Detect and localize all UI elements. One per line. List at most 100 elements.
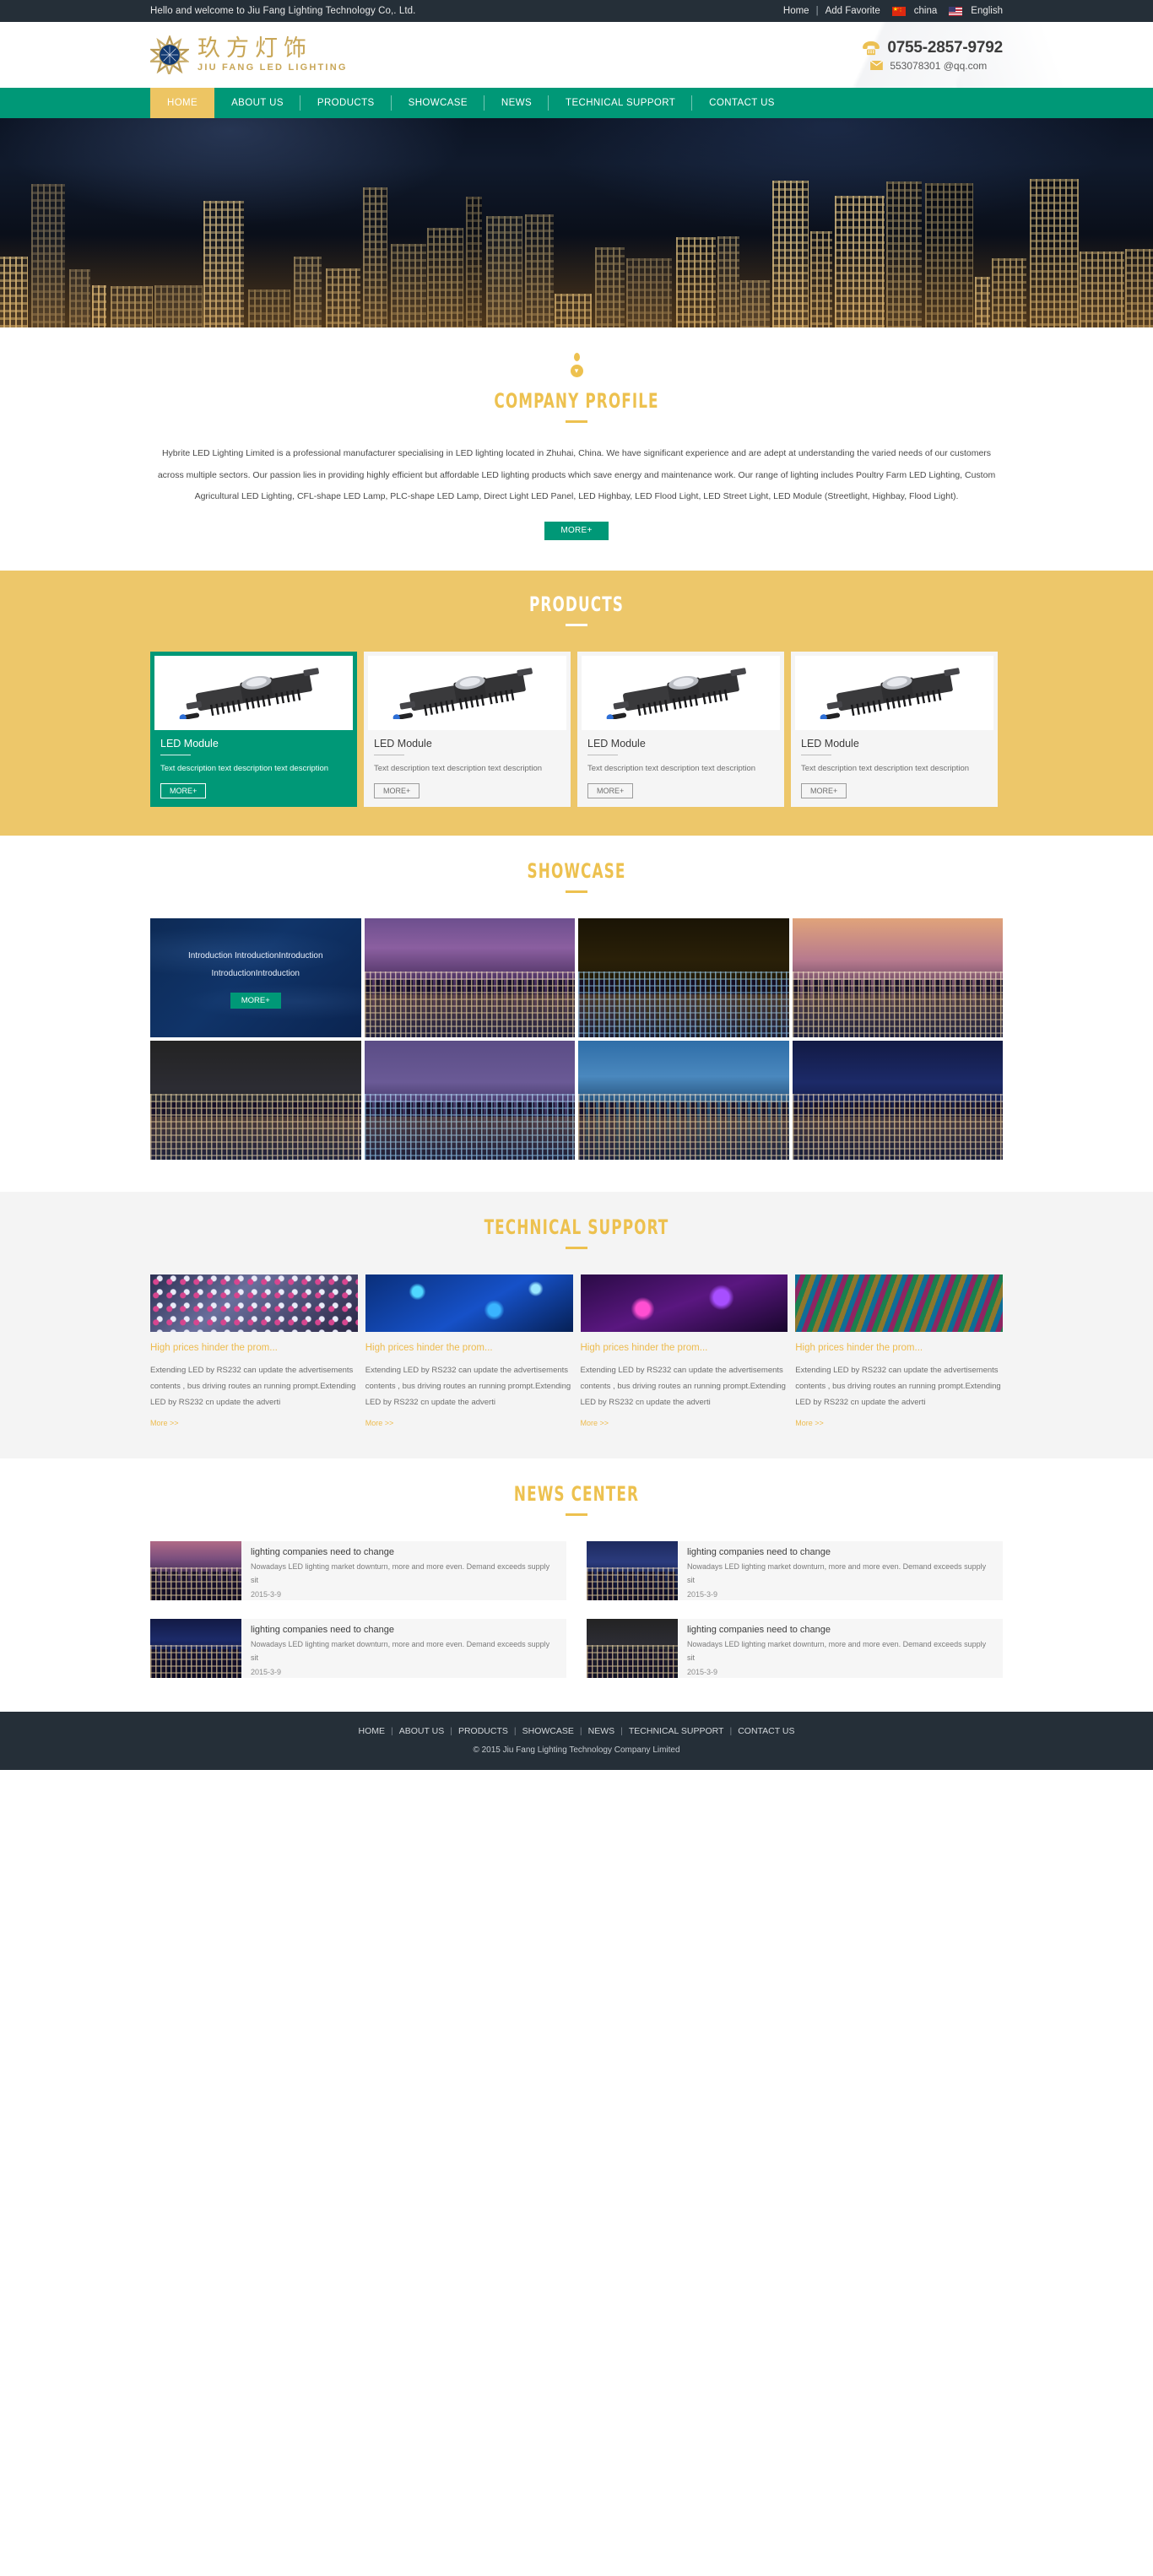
tile-reflection — [578, 994, 789, 1037]
showcase-image-tile[interactable] — [364, 1040, 575, 1160]
tech-support-image — [150, 1274, 358, 1332]
news-date: 2015-3-9 — [251, 1590, 282, 1599]
news-title: lighting companies need to change — [251, 1546, 395, 1557]
site-logo[interactable]: 玖方灯饰 JIU FANG LED LIGHTING — [148, 34, 348, 78]
product-more-button[interactable]: MORE+ — [801, 782, 847, 798]
tech-support-card[interactable]: High prices hinder the prom... Extending … — [365, 1274, 573, 1430]
product-image — [795, 656, 993, 731]
lang-chinese-link[interactable]: china — [914, 6, 938, 16]
tile-reflection — [792, 994, 1003, 1037]
technical-support-heading: TECHNICAL SUPPORT — [0, 1215, 1153, 1249]
tech-support-card[interactable]: High prices hinder the prom... Extending … — [580, 1274, 788, 1430]
product-image — [368, 656, 566, 731]
chevron-down-icon: ▾ — [570, 365, 583, 377]
top-utility-links: Home | Add Favorite china English — [783, 6, 1003, 16]
product-card[interactable]: LED Module Text description text descript… — [364, 652, 571, 807]
title-underline — [566, 624, 587, 627]
footer-link-contact-us[interactable]: CONTACT US — [738, 1726, 794, 1736]
news-item[interactable]: lighting companies need to change Nowaday… — [150, 1618, 566, 1678]
product-card[interactable]: LED Module Text description text descript… — [150, 652, 357, 807]
showcase-image-tile[interactable] — [578, 917, 789, 1037]
showcase-image-tile[interactable] — [792, 1040, 1003, 1160]
logo-english-name: JIU FANG LED LIGHTING — [198, 62, 348, 73]
showcase-intro-text: Introduction IntroductionIntroduction In… — [187, 950, 323, 978]
product-card[interactable]: LED Module Text description text descript… — [577, 652, 784, 807]
product-info: LED Module Text description text descript… — [368, 730, 566, 798]
tech-support-more-link[interactable]: More >> — [150, 1419, 179, 1427]
nav-item-showcase[interactable]: SHOWCASE — [392, 88, 485, 118]
news-item[interactable]: lighting companies need to change Nowaday… — [587, 1540, 1003, 1600]
top-home-link[interactable]: Home — [783, 6, 809, 16]
welcome-message: Hello and welcome to Jiu Fang Lighting T… — [150, 6, 416, 16]
news-title: lighting companies need to change — [687, 1546, 831, 1557]
news-item[interactable]: lighting companies need to change Nowaday… — [587, 1618, 1003, 1678]
footer-navigation: HOME | ABOUT US | PRODUCTS | SHOWCASE | NEWS | TEC… — [0, 1726, 1153, 1736]
tech-image-art — [795, 1274, 1003, 1332]
add-favorite-link[interactable]: Add Favorite — [826, 6, 880, 16]
tech-support-more-link[interactable]: More >> — [581, 1419, 609, 1427]
product-more-button[interactable]: MORE+ — [587, 782, 634, 798]
footer-link-about-us[interactable]: ABOUT US — [399, 1726, 444, 1736]
nav-item-news[interactable]: NEWS — [484, 88, 549, 118]
footer-link-technical-support[interactable]: TECHNICAL SUPPORT — [629, 1726, 724, 1736]
footer-link-products[interactable]: PRODUCTS — [458, 1726, 508, 1736]
nav-item-technical-support[interactable]: TECHNICAL SUPPORT — [549, 88, 693, 118]
news-body: lighting companies need to change Nowaday… — [241, 1619, 566, 1678]
star-emblem-icon — [148, 34, 191, 78]
tech-support-card[interactable]: High prices hinder the prom... Extending … — [150, 1274, 358, 1430]
tech-support-description: Extending LED by RS232 can update the ad… — [365, 1365, 571, 1407]
footer-separator: | — [620, 1725, 623, 1736]
phone-row: 0755-2857-9792 — [862, 39, 1003, 57]
nav-item-products[interactable]: PRODUCTS — [300, 88, 392, 118]
tech-support-description: Extending LED by RS232 can update the ad… — [795, 1365, 1001, 1407]
main-navigation: HOME ABOUT US PRODUCTS SHOWCASE NEWS TECHNICA… — [0, 88, 1153, 118]
news-item[interactable]: lighting companies need to change Nowaday… — [150, 1540, 566, 1600]
news-date: 2015-3-9 — [251, 1668, 282, 1677]
nav-item-about-us[interactable]: ABOUT US — [214, 88, 300, 118]
news-center-heading: NEWS CENTER — [0, 1482, 1153, 1516]
site-header: 玖方灯饰 JIU FANG LED LIGHTING 0755-2857-979… — [0, 22, 1153, 88]
profile-more-button[interactable]: MORE+ — [544, 522, 609, 541]
news-thumbnail — [150, 1618, 241, 1678]
product-title: LED Module — [587, 738, 646, 750]
footer-link-showcase[interactable]: SHOWCASE — [522, 1726, 574, 1736]
products-heading: PRODUCTS — [0, 593, 1153, 627]
technical-support-grid: High prices hinder the prom... Extending … — [150, 1274, 1003, 1430]
showcase-image-tile[interactable] — [792, 917, 1003, 1037]
tech-support-more-link[interactable]: More >> — [365, 1419, 394, 1427]
tile-reflection — [364, 994, 575, 1037]
news-center-section: NEWS CENTER lighting companies need to c… — [0, 1458, 1153, 1712]
footer-separator: | — [729, 1725, 733, 1736]
showcase-image-tile[interactable] — [364, 917, 575, 1037]
footer-link-news[interactable]: NEWS — [588, 1726, 615, 1736]
nav-item-contact-us[interactable]: CONTACT US — [692, 88, 792, 118]
top-utility-bar: Hello and welcome to Jiu Fang Lighting T… — [0, 0, 1153, 22]
tile-reflection — [150, 1117, 361, 1160]
showcase-more-button[interactable]: MORE+ — [230, 992, 281, 1009]
news-date: 2015-3-9 — [687, 1668, 718, 1677]
news-summary: Nowadays LED lighting market downturn, m… — [251, 1639, 550, 1662]
tech-image-art — [365, 1274, 573, 1332]
product-card[interactable]: LED Module Text description text descript… — [791, 652, 998, 807]
nav-item-home[interactable]: HOME — [150, 88, 215, 118]
lang-english-link[interactable]: English — [971, 6, 1003, 16]
footer-separator: | — [391, 1725, 393, 1736]
product-more-button[interactable]: MORE+ — [374, 782, 420, 798]
product-more-button[interactable]: MORE+ — [160, 782, 207, 798]
hero-banner-image[interactable] — [0, 118, 1153, 327]
china-flag-icon[interactable] — [891, 6, 906, 16]
product-description: Text description text description text d… — [374, 764, 543, 774]
phone-number: 0755-2857-9792 — [887, 38, 1003, 57]
tech-support-card[interactable]: High prices hinder the prom... Extending … — [795, 1274, 1003, 1430]
showcase-intro-tile[interactable]: Introduction IntroductionIntroduction In… — [150, 917, 361, 1037]
tech-support-title: High prices hinder the prom... — [580, 1342, 708, 1353]
site-footer: HOME | ABOUT US | PRODUCTS | SHOWCASE | NEWS | TEC… — [0, 1711, 1153, 1770]
usa-flag-icon[interactable] — [949, 6, 963, 16]
showcase-image-tile[interactable] — [150, 1040, 361, 1160]
logo-chinese-name: 玖方灯饰 — [198, 35, 312, 62]
showcase-section: SHOWCASE Introduction IntroductionIntrod… — [0, 835, 1153, 1192]
footer-link-home[interactable]: HOME — [359, 1726, 386, 1736]
tech-support-title: High prices hinder the prom... — [150, 1342, 278, 1353]
tech-support-more-link[interactable]: More >> — [795, 1419, 824, 1427]
showcase-image-tile[interactable] — [578, 1040, 789, 1160]
